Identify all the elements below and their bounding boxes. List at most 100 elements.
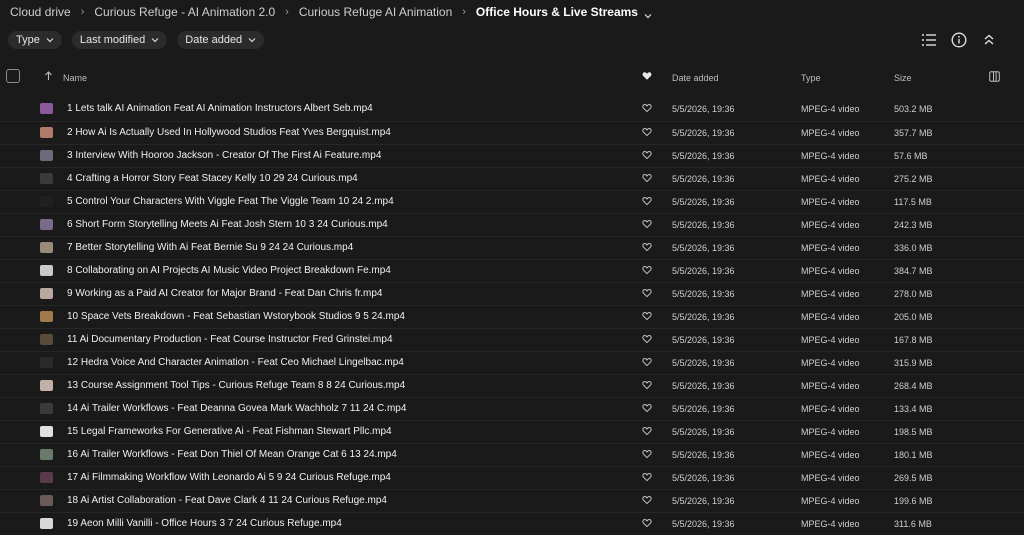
file-name[interactable]: 1 Lets talk AI Animation Feat AI Animati… bbox=[67, 103, 373, 114]
video-thumbnail bbox=[40, 103, 53, 114]
breadcrumb-separator: › bbox=[285, 6, 289, 18]
last-modified-filter-button[interactable]: Last modified bbox=[71, 31, 168, 49]
heart-icon[interactable] bbox=[642, 196, 652, 209]
file-name[interactable]: 19 Aeon Milli Vanilli - Office Hours 3 7… bbox=[67, 518, 342, 529]
heart-icon[interactable] bbox=[642, 495, 652, 508]
heart-icon[interactable] bbox=[642, 150, 652, 163]
select-all-checkbox[interactable] bbox=[6, 69, 20, 83]
file-name[interactable]: 14 Ai Trailer Workflows - Feat Deanna Go… bbox=[67, 403, 406, 414]
table-row[interactable]: 13 Course Assignment Tool Tips - Curious… bbox=[0, 374, 1024, 397]
heart-icon[interactable] bbox=[642, 403, 652, 416]
heart-icon[interactable] bbox=[642, 288, 652, 301]
table-row[interactable]: 18 Ai Artist Collaboration - Feat Dave C… bbox=[0, 489, 1024, 512]
file-date-added: 5/5/2026, 19:36 bbox=[672, 220, 735, 230]
file-type: MPEG-4 video bbox=[801, 128, 860, 138]
file-type: MPEG-4 video bbox=[801, 151, 860, 161]
file-name[interactable]: 4 Crafting a Horror Story Feat Stacey Ke… bbox=[67, 173, 358, 184]
file-name[interactable]: 3 Interview With Hooroo Jackson - Creato… bbox=[67, 150, 381, 161]
file-type: MPEG-4 video bbox=[801, 243, 860, 253]
heart-icon[interactable] bbox=[642, 265, 652, 278]
table-row[interactable]: 10 Space Vets Breakdown - Feat Sebastian… bbox=[0, 305, 1024, 328]
sort-arrow-up-icon[interactable] bbox=[44, 71, 53, 83]
chevron-down-icon[interactable] bbox=[644, 9, 652, 18]
file-size: 384.7 MB bbox=[894, 266, 933, 276]
video-thumbnail bbox=[40, 495, 53, 506]
file-date-added: 5/5/2026, 19:36 bbox=[672, 335, 735, 345]
column-header-date-added[interactable]: Date added bbox=[672, 73, 719, 83]
file-name[interactable]: 15 Legal Frameworks For Generative Ai - … bbox=[67, 426, 392, 437]
table-row[interactable]: 9 Working as a Paid AI Creator for Major… bbox=[0, 282, 1024, 305]
video-thumbnail bbox=[40, 219, 53, 230]
heart-icon[interactable] bbox=[642, 127, 652, 140]
table-row[interactable]: 16 Ai Trailer Workflows - Feat Don Thiel… bbox=[0, 443, 1024, 466]
table-row[interactable]: 4 Crafting a Horror Story Feat Stacey Ke… bbox=[0, 167, 1024, 190]
heart-icon[interactable] bbox=[642, 103, 652, 116]
file-date-added: 5/5/2026, 19:36 bbox=[672, 128, 735, 138]
heart-icon[interactable] bbox=[642, 219, 652, 232]
heart-icon[interactable] bbox=[642, 518, 652, 531]
table-row[interactable]: 3 Interview With Hooroo Jackson - Creato… bbox=[0, 144, 1024, 167]
heart-icon[interactable] bbox=[642, 426, 652, 439]
table-row[interactable]: 7 Better Storytelling With Ai Feat Berni… bbox=[0, 236, 1024, 259]
table-row[interactable]: 6 Short Form Storytelling Meets Ai Feat … bbox=[0, 213, 1024, 236]
file-name[interactable]: 13 Course Assignment Tool Tips - Curious… bbox=[67, 380, 405, 391]
column-header-type[interactable]: Type bbox=[801, 73, 821, 83]
video-thumbnail bbox=[40, 380, 53, 391]
list-view-icon[interactable] bbox=[920, 31, 938, 49]
heart-icon[interactable] bbox=[642, 380, 652, 393]
file-size: 242.3 MB bbox=[894, 220, 933, 230]
column-header-size[interactable]: Size bbox=[894, 73, 912, 83]
columns-icon[interactable] bbox=[989, 71, 1000, 84]
file-date-added: 5/5/2026, 19:36 bbox=[672, 496, 735, 506]
date-added-filter-button[interactable]: Date added bbox=[177, 31, 265, 49]
file-date-added: 5/5/2026, 19:36 bbox=[672, 197, 735, 207]
file-name[interactable]: 18 Ai Artist Collaboration - Feat Dave C… bbox=[67, 495, 387, 506]
file-name[interactable]: 16 Ai Trailer Workflows - Feat Don Thiel… bbox=[67, 449, 397, 460]
video-thumbnail bbox=[40, 357, 53, 368]
file-name[interactable]: 2 How Ai Is Actually Used In Hollywood S… bbox=[67, 127, 391, 138]
heart-icon[interactable] bbox=[642, 449, 652, 462]
video-thumbnail bbox=[40, 288, 53, 299]
file-name[interactable]: 8 Collaborating on AI Projects AI Music … bbox=[67, 265, 391, 276]
heart-icon[interactable] bbox=[642, 311, 652, 324]
file-type: MPEG-4 video bbox=[801, 266, 860, 276]
breadcrumb-current-folder[interactable]: Office Hours & Live Streams bbox=[476, 5, 638, 19]
video-thumbnail bbox=[40, 472, 53, 483]
table-row[interactable]: 2 How Ai Is Actually Used In Hollywood S… bbox=[0, 121, 1024, 144]
heart-icon[interactable] bbox=[642, 242, 652, 255]
video-thumbnail bbox=[40, 426, 53, 437]
breadcrumb-ai-animation[interactable]: Curious Refuge AI Animation bbox=[299, 5, 452, 19]
file-type: MPEG-4 video bbox=[801, 289, 860, 299]
type-filter-label: Type bbox=[16, 34, 40, 46]
table-row[interactable]: 1 Lets talk AI Animation Feat AI Animati… bbox=[0, 98, 1024, 121]
file-name[interactable]: 10 Space Vets Breakdown - Feat Sebastian… bbox=[67, 311, 405, 322]
table-row[interactable]: 8 Collaborating on AI Projects AI Music … bbox=[0, 259, 1024, 282]
file-name[interactable]: 17 Ai Filmmaking Workflow With Leonardo … bbox=[67, 472, 391, 483]
heart-icon[interactable] bbox=[642, 173, 652, 186]
heart-icon[interactable] bbox=[642, 71, 652, 83]
breadcrumb-cloud-drive[interactable]: Cloud drive bbox=[10, 5, 71, 19]
column-header-name[interactable]: Name bbox=[63, 73, 87, 83]
heart-icon[interactable] bbox=[642, 334, 652, 347]
file-name[interactable]: 12 Hedra Voice And Character Animation -… bbox=[67, 357, 404, 368]
heart-icon[interactable] bbox=[642, 472, 652, 485]
video-thumbnail bbox=[40, 518, 53, 529]
table-row[interactable]: 5 Control Your Characters With Viggle Fe… bbox=[0, 190, 1024, 213]
file-name[interactable]: 9 Working as a Paid AI Creator for Major… bbox=[67, 288, 383, 299]
file-type: MPEG-4 video bbox=[801, 358, 860, 368]
heart-icon[interactable] bbox=[642, 357, 652, 370]
file-name[interactable]: 6 Short Form Storytelling Meets Ai Feat … bbox=[67, 219, 388, 230]
file-name[interactable]: 5 Control Your Characters With Viggle Fe… bbox=[67, 196, 394, 207]
collapse-icon[interactable] bbox=[980, 31, 998, 49]
file-name[interactable]: 11 Ai Documentary Production - Feat Cour… bbox=[67, 334, 393, 345]
file-name[interactable]: 7 Better Storytelling With Ai Feat Berni… bbox=[67, 242, 353, 253]
table-row[interactable]: 14 Ai Trailer Workflows - Feat Deanna Go… bbox=[0, 397, 1024, 420]
type-filter-button[interactable]: Type bbox=[8, 31, 62, 49]
table-row[interactable]: 12 Hedra Voice And Character Animation -… bbox=[0, 351, 1024, 374]
info-icon[interactable] bbox=[950, 31, 968, 49]
breadcrumb-ai-animation-2[interactable]: Curious Refuge - AI Animation 2.0 bbox=[94, 5, 275, 19]
table-row[interactable]: 11 Ai Documentary Production - Feat Cour… bbox=[0, 328, 1024, 351]
table-row[interactable]: 19 Aeon Milli Vanilli - Office Hours 3 7… bbox=[0, 512, 1024, 535]
table-row[interactable]: 15 Legal Frameworks For Generative Ai - … bbox=[0, 420, 1024, 443]
table-row[interactable]: 17 Ai Filmmaking Workflow With Leonardo … bbox=[0, 466, 1024, 489]
